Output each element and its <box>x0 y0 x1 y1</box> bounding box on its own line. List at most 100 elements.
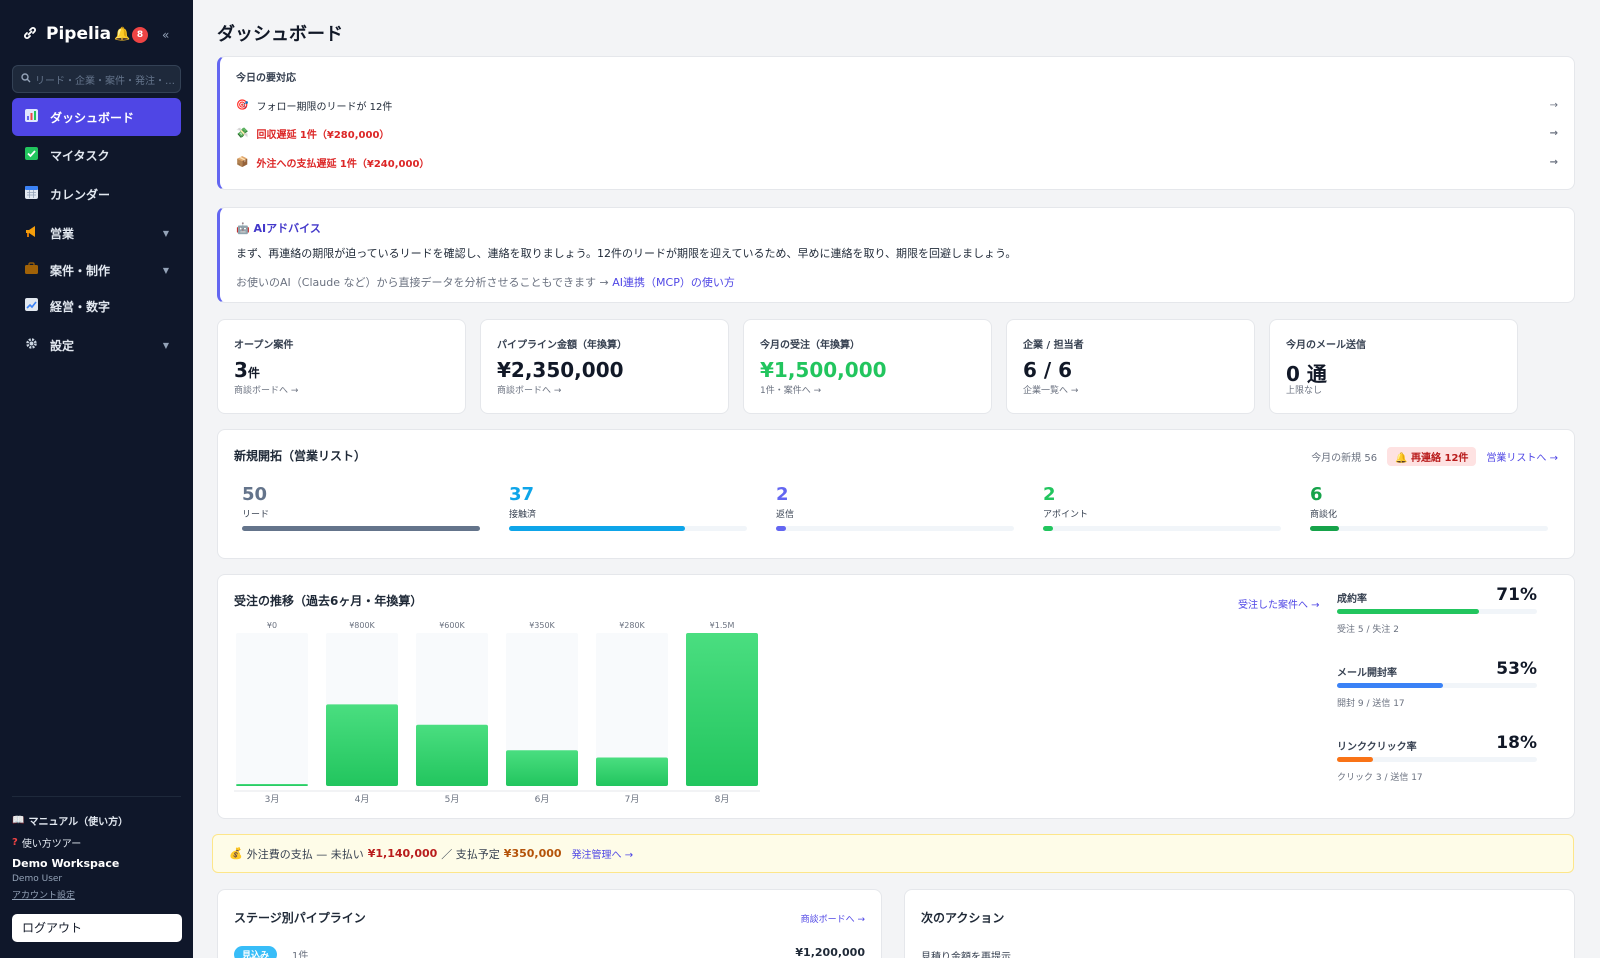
purchase-orders-link[interactable]: 発注管理へ → <box>572 846 634 861</box>
bar-background <box>236 633 308 786</box>
kpi-pipeline-amount[interactable]: パイプライン金額（年換算） ¥2,350,000 商談ボードへ → <box>480 319 729 414</box>
user-name: Demo User <box>12 874 63 884</box>
stage-count: 6 <box>1310 484 1323 505</box>
orders-bar-chart: ¥0 3月 ¥800K 4月 ¥600K 5月 ¥350K 6月 ¥280K 7月 ¥1.5M 8月 <box>234 621 760 805</box>
sidebar-footer: 📖 マニュアル（使い方） ? 使い方ツアー Demo Workspace Dem… <box>12 796 181 901</box>
ai-advice-card: 🤖 AIアドバイス まず、再連絡の期限が迫っているリードを確認し、連絡を取りまし… <box>217 207 1575 303</box>
bar-category-label: 8月 <box>715 794 730 805</box>
bar-category-label: 7月 <box>625 794 640 805</box>
ai-advice-title: 🤖 AIアドバイス <box>236 222 321 235</box>
rate-sub: 開封 9 / 送信 17 <box>1337 699 1405 709</box>
app-name: Pipelia <box>46 24 112 44</box>
won-deals-link[interactable]: 受注した案件へ → <box>1238 596 1320 611</box>
todo-item[interactable]: 💸 回収遅延 1件（¥280,000） → <box>236 123 1558 143</box>
search-input[interactable]: リード・企業・案件・発注・… <box>12 65 181 93</box>
stage-label: 商談化 <box>1310 510 1338 520</box>
check-icon <box>24 147 38 163</box>
stage-pipeline-card: ステージ別パイプライン 商談ボードへ → 見込み 1件 ¥1,200,000 <box>217 889 882 958</box>
mcp-guide-link[interactable]: AI連携（MCP）の使い方 <box>612 276 735 289</box>
stage-progress-fill <box>509 526 686 531</box>
todo-item[interactable]: 📦 外注への支払遅延 1件（¥240,000） → <box>236 152 1558 172</box>
manual-link[interactable]: 📖 マニュアル（使い方） <box>12 809 181 831</box>
bar-category-label: 3月 <box>265 794 280 805</box>
rate-sub: クリック 3 / 送信 17 <box>1337 773 1423 783</box>
stage-label: アポイント <box>1043 510 1089 520</box>
bar-category-label: 4月 <box>355 794 370 805</box>
deal-board-link[interactable]: 商談ボードへ → <box>801 912 865 925</box>
book-icon: 📖 <box>12 814 25 826</box>
chevron-down-icon: ▼ <box>162 340 169 350</box>
nav-calendar[interactable]: カレンダー <box>12 175 181 213</box>
new-this-month: 今月の新規 56 <box>1311 453 1378 464</box>
funnel-stage[interactable]: 50 リード <box>242 485 480 531</box>
rate-label: メール開封率 <box>1337 668 1397 679</box>
notification-badge: 8 <box>132 27 148 43</box>
nav-management[interactable]: 経営・数字 <box>12 287 181 325</box>
search-icon <box>21 72 31 86</box>
rate-metric: リンククリック率 18% クリック 3 / 送信 17 <box>1337 733 1537 783</box>
stage-count: 1件 <box>292 951 309 958</box>
stage-progress-fill <box>242 526 480 531</box>
todo-card: 今日の要対応 🎯 フォロー期限のリードが 12件 → 💸 回収遅延 1件（¥28… <box>217 56 1575 190</box>
funnel-stage[interactable]: 2 返信 <box>776 485 1014 531</box>
recontact-badge[interactable]: 🔔 再連絡 12件 <box>1387 447 1477 466</box>
chevron-down-icon: ▼ <box>162 228 169 238</box>
account-settings-link[interactable]: アカウント設定 <box>12 888 181 901</box>
funnel-stage[interactable]: 2 アポイント <box>1043 485 1281 531</box>
main-content: ダッシュボード 今日の要対応 🎯 フォロー期限のリードが 12件 → 💸 回収遅… <box>193 0 1600 958</box>
gear-icon <box>24 337 38 353</box>
stage-count: 2 <box>1043 484 1056 505</box>
logout-button[interactable]: ログアウト <box>12 914 182 942</box>
next-actions-card: 次のアクション 見積り金額を再提示 <box>904 889 1575 958</box>
tour-link[interactable]: ? 使い方ツアー <box>12 831 181 853</box>
rate-fill <box>1337 757 1373 762</box>
sales-list-link[interactable]: 営業リストへ → <box>1486 449 1558 464</box>
target-icon: 🎯 <box>236 99 249 111</box>
nav-my-tasks[interactable]: マイタスク <box>12 136 181 174</box>
nav-sales[interactable]: 営業 ▼ <box>12 214 181 252</box>
kpi-companies[interactable]: 企業 / 担当者 6 / 6 企業一覧へ → <box>1006 319 1255 414</box>
funnel-stage[interactable]: 6 商談化 <box>1310 485 1548 531</box>
nav-dashboard[interactable]: ダッシュボード <box>12 98 181 136</box>
nav-projects[interactable]: 案件・制作 ▼ <box>12 251 181 289</box>
brand[interactable]: Pipelia <box>22 24 111 44</box>
chart-icon <box>24 109 38 125</box>
rate-track <box>1337 609 1537 614</box>
link-icon <box>22 25 38 44</box>
stage-count: 2 <box>776 484 789 505</box>
nav-label: マイタスク <box>50 148 110 163</box>
kpi-open-deals[interactable]: オープン案件 3件 商談ボードへ → <box>217 319 466 414</box>
rate-label: リンククリック率 <box>1337 742 1417 753</box>
todo-item[interactable]: 🎯 フォロー期限のリードが 12件 → <box>236 95 1558 115</box>
bell-icon[interactable]: 🔔 <box>114 27 130 42</box>
arrow-icon: → <box>1549 99 1558 111</box>
rate-fill <box>1337 683 1443 688</box>
bar-value-label: ¥800K <box>349 621 375 630</box>
kpi-emails-sent: 今月のメール送信 0 通 上限なし <box>1269 319 1518 414</box>
stage-progress-track <box>1043 526 1281 531</box>
next-action-item[interactable]: 見積り金額を再提示 <box>921 948 1011 958</box>
collapse-sidebar-button[interactable]: « <box>162 28 169 42</box>
bar-value-label: ¥0 <box>267 621 277 630</box>
nav-label: 経営・数字 <box>50 299 111 314</box>
megaphone-icon <box>24 225 38 241</box>
rate-track <box>1337 757 1537 762</box>
prospecting-card: 新規開拓（営業リスト） 今月の新規 56 🔔 再連絡 12件 営業リストへ → … <box>217 429 1575 559</box>
stage-progress-track <box>509 526 747 531</box>
rate-value: 71% <box>1496 585 1537 605</box>
scheduled-amount: ¥350,000 <box>503 847 562 860</box>
bell-icon: 🔔 <box>1395 453 1412 464</box>
arrow-icon: → <box>1549 127 1558 139</box>
calendar-icon <box>24 186 38 202</box>
bar <box>686 633 758 786</box>
bar <box>596 757 668 786</box>
bar-value-label: ¥280K <box>619 621 645 630</box>
stage-label: 返信 <box>776 510 795 520</box>
trend-icon <box>24 298 38 314</box>
nav-settings[interactable]: 設定 ▼ <box>12 326 181 364</box>
box-icon: 📦 <box>236 156 249 168</box>
funnel-stage[interactable]: 37 接触済 <box>509 485 747 531</box>
stage-label: リード <box>242 510 270 520</box>
stage-count: 50 <box>242 484 268 505</box>
kpi-monthly-orders[interactable]: 今月の受注（年換算） ¥1,500,000 1件・案件へ → <box>743 319 992 414</box>
